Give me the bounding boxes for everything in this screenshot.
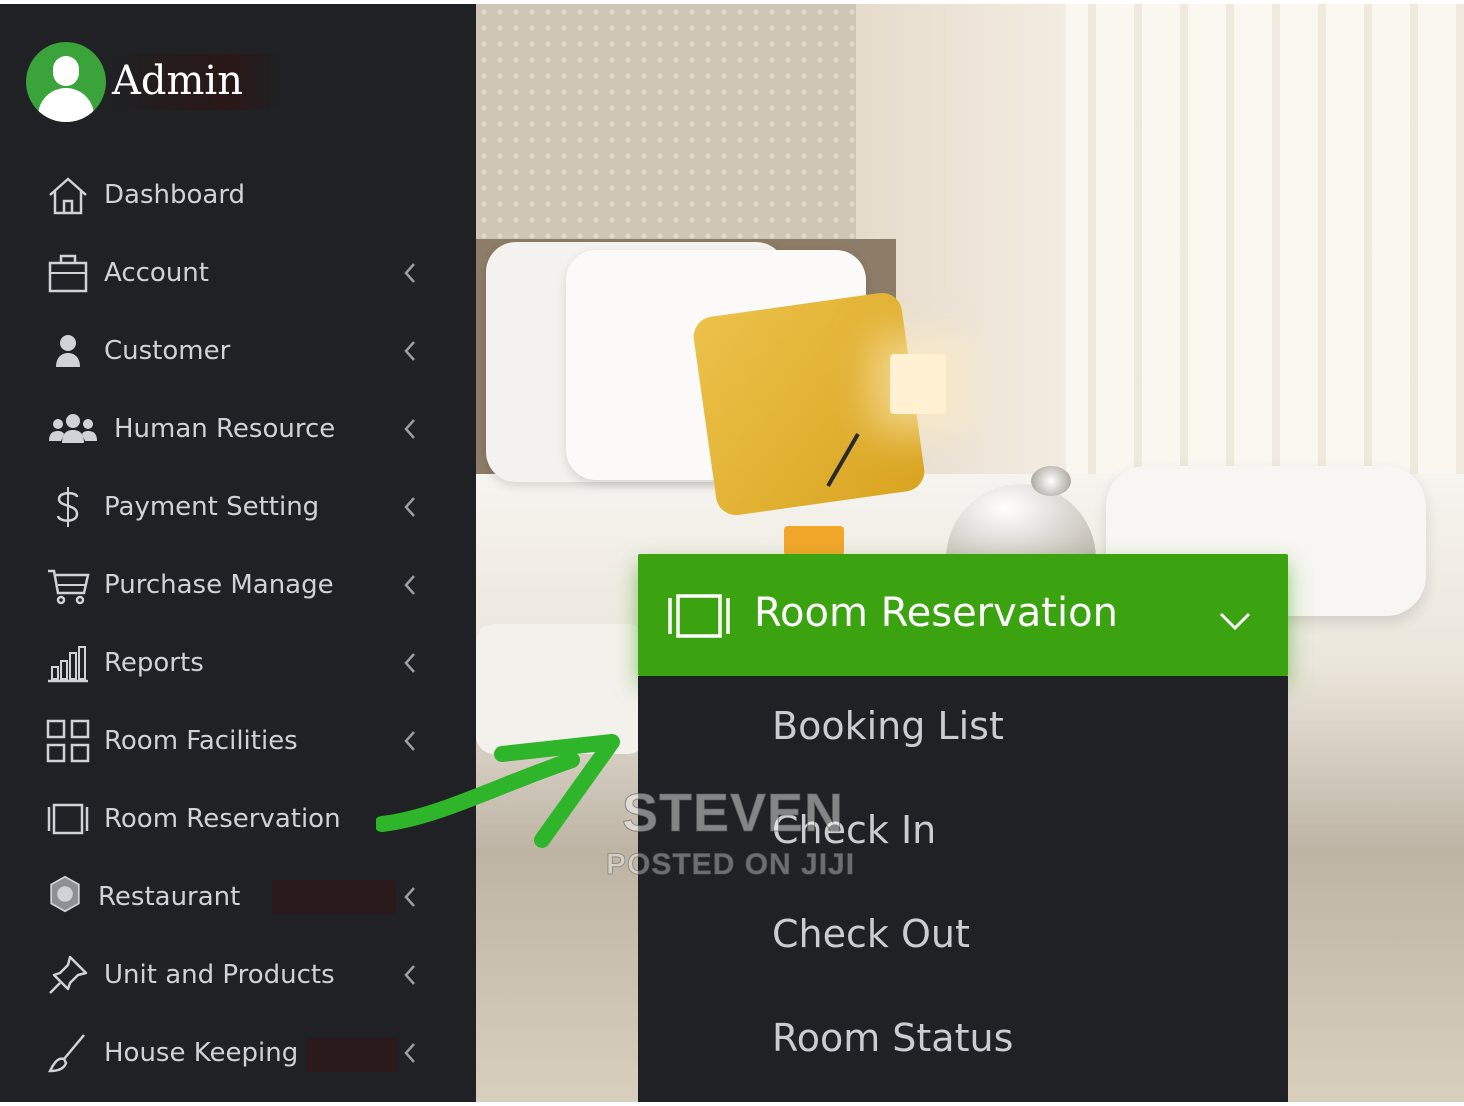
curtain <box>1066 4 1464 484</box>
submenu-booking-list[interactable]: Booking List <box>772 704 1004 748</box>
room-reservation-header[interactable]: Room Reservation <box>638 554 1288 676</box>
chevron-left-icon <box>404 887 415 907</box>
sidebar-item-label: Restaurant <box>98 882 241 912</box>
users-icon <box>46 407 100 451</box>
popup-title: Room Reservation <box>754 590 1118 636</box>
user-icon <box>46 329 90 373</box>
submenu-room-status[interactable]: Room Status <box>772 1016 1013 1060</box>
juice-glass <box>784 526 844 556</box>
home-icon <box>46 173 90 217</box>
sidebar-item-payment-setting[interactable]: Payment Setting <box>0 472 476 542</box>
chevron-down-icon <box>1219 612 1251 631</box>
cart-icon <box>46 563 90 607</box>
sidebar-item-restaurant[interactable]: Restaurant <box>0 862 476 932</box>
lamp <box>890 354 946 414</box>
sidebar-item-label: Reports <box>104 648 204 678</box>
sidebar-item-label: Payment Setting <box>104 492 320 522</box>
tablet-icon <box>46 797 90 841</box>
chevron-left-icon <box>404 653 415 673</box>
avatar-body <box>38 88 94 122</box>
chevron-left-icon <box>404 1043 415 1063</box>
sidebar-item-reports[interactable]: Reports <box>0 628 476 698</box>
bottom-border <box>0 1102 1464 1106</box>
broom-icon <box>46 1031 90 1075</box>
sidebar: Admin Dashboard Account Customer Human R… <box>0 4 476 1102</box>
sidebar-item-customer[interactable]: Customer <box>0 316 476 386</box>
admin-name: Admin <box>112 54 283 110</box>
chevron-left-icon <box>404 341 415 361</box>
wallpaper <box>476 4 856 254</box>
cloche-knob <box>1031 466 1071 496</box>
room-reservation-submenu: Booking List Check In Check Out Room Sta… <box>638 676 1288 1102</box>
sidebar-item-unit-and-products[interactable]: Unit and Products <box>0 940 476 1010</box>
sidebar-item-label: Human Resource <box>114 414 336 444</box>
sidebar-item-human-resource[interactable]: Human Resource <box>0 394 476 464</box>
sidebar-item-label: Dashboard <box>104 180 246 210</box>
chevron-left-icon <box>404 575 415 595</box>
sidebar-item-label: Room Facilities <box>104 726 298 756</box>
watermark-posted: POSTED ON JIJI <box>605 848 856 882</box>
sidebar-item-house-keeping[interactable]: House Keeping <box>0 1018 476 1088</box>
bar-chart-icon <box>46 641 90 685</box>
dollar-icon <box>46 485 90 529</box>
briefcase-icon <box>46 251 90 295</box>
sidebar-item-label: Room Reservation <box>104 804 341 834</box>
sidebar-item-label: House Keeping <box>104 1038 299 1068</box>
grid-icon <box>46 719 90 763</box>
pin-icon <box>46 953 90 997</box>
sidebar-item-account[interactable]: Account <box>0 238 476 308</box>
tablet-icon <box>668 594 730 638</box>
sidebar-item-label: Purchase Manage <box>104 570 334 600</box>
chevron-left-icon <box>404 263 415 283</box>
watermark-name: STEVEN <box>621 783 845 844</box>
chevron-left-icon <box>404 965 415 985</box>
chevron-left-icon <box>404 497 415 517</box>
redacted-area <box>306 1038 398 1072</box>
submenu-check-out[interactable]: Check Out <box>772 912 970 956</box>
avatar <box>26 42 106 122</box>
sidebar-item-label: Unit and Products <box>104 960 335 990</box>
sidebar-item-purchase-manage[interactable]: Purchase Manage <box>0 550 476 620</box>
restaurant-icon <box>46 875 84 919</box>
redacted-area <box>272 880 396 914</box>
sidebar-item-dashboard[interactable]: Dashboard <box>0 160 476 230</box>
sidebar-item-label: Customer <box>104 336 231 366</box>
avatar-head <box>53 56 79 86</box>
sidebar-item-label: Account <box>104 258 209 288</box>
arrow-annotation-icon <box>376 734 620 848</box>
admin-profile[interactable]: Admin <box>26 42 283 122</box>
chevron-left-icon <box>404 419 415 439</box>
